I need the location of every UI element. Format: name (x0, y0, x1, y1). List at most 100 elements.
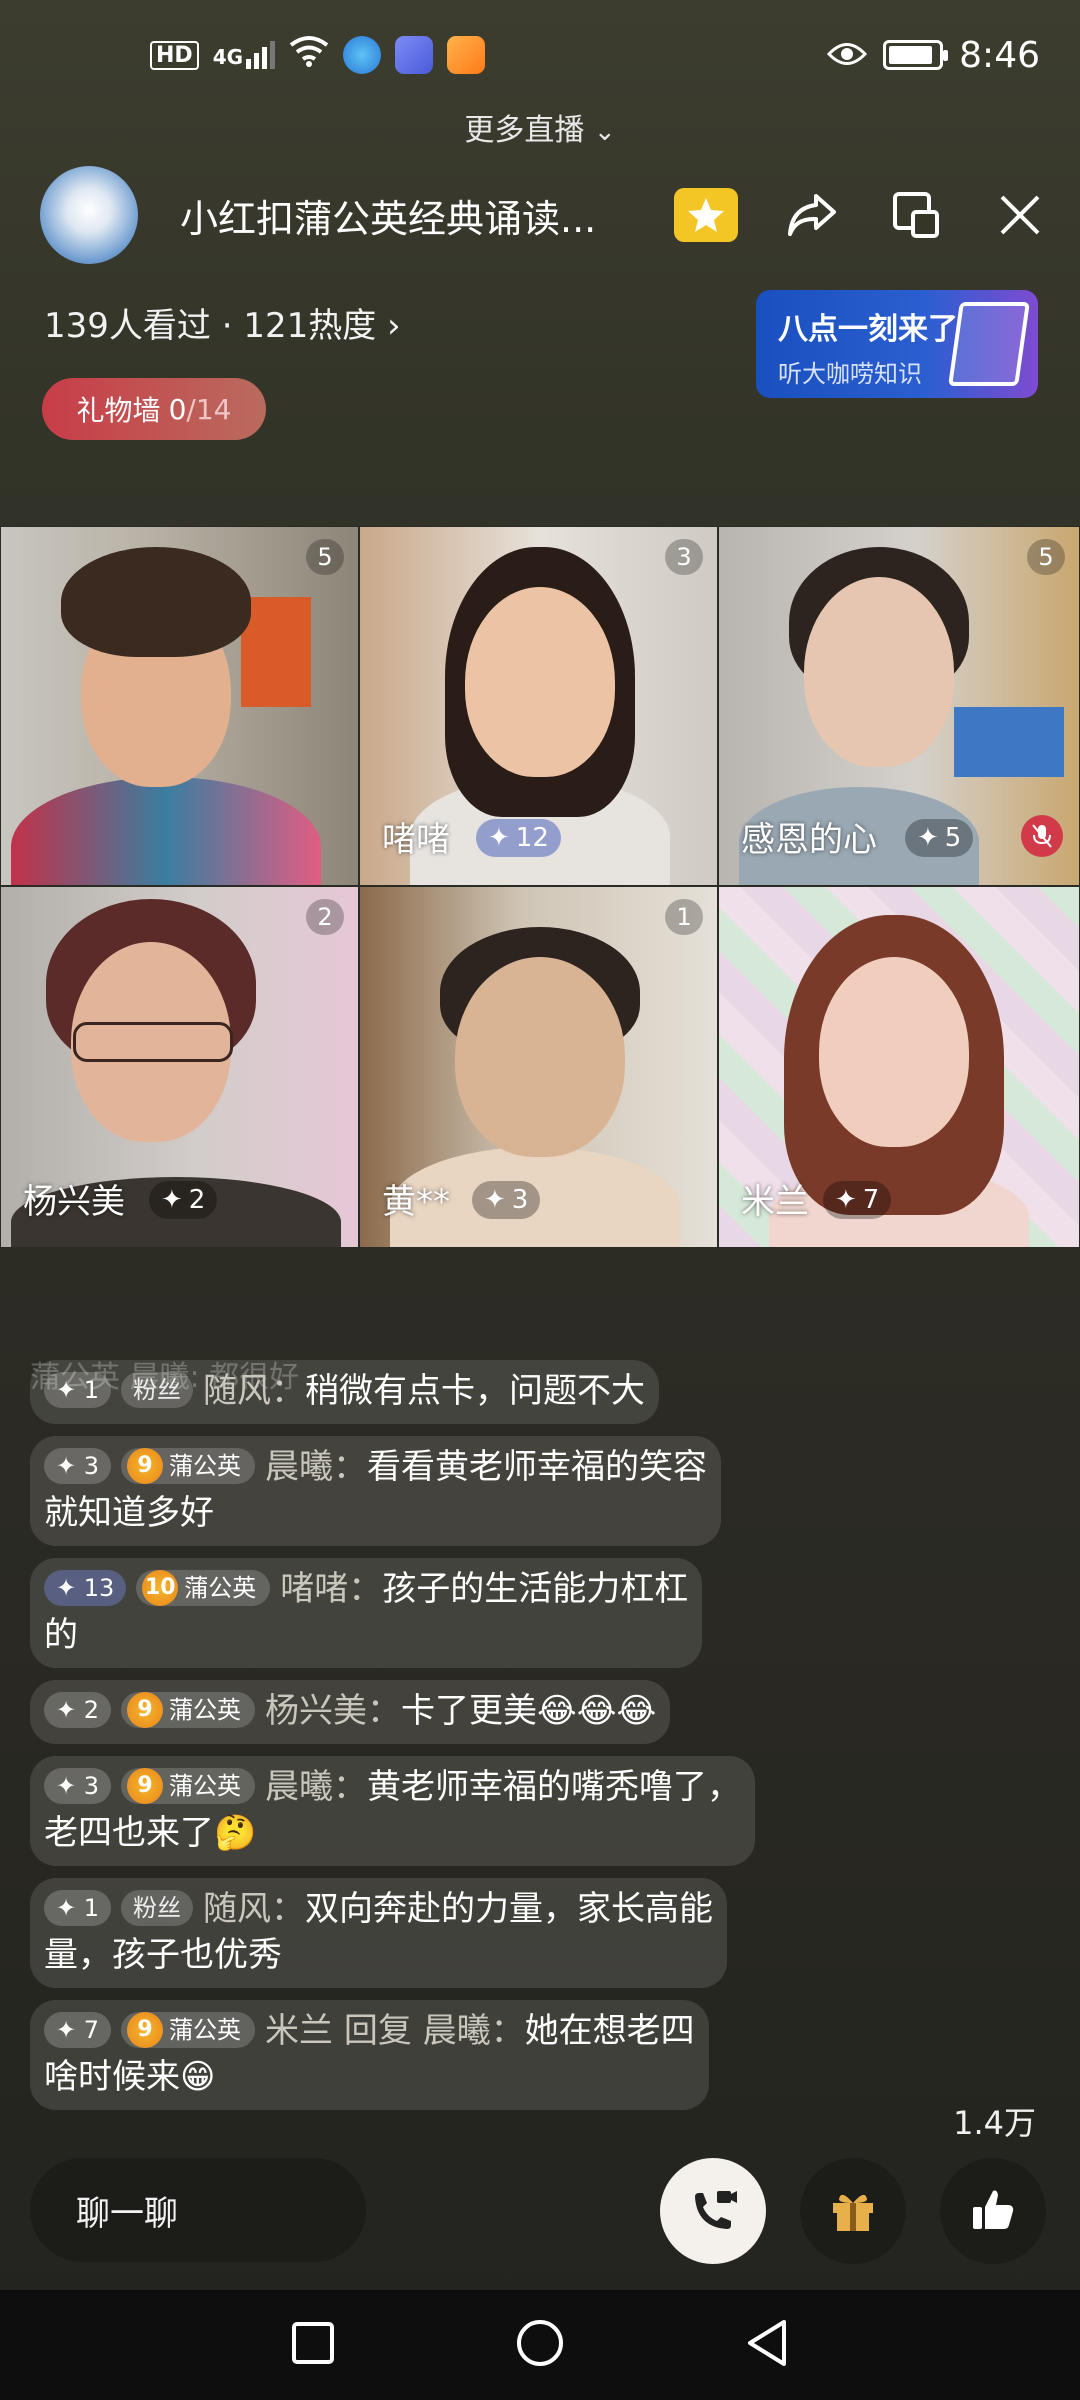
participant-level: ✦ 2 (149, 1181, 218, 1219)
like-count: 1.4万 (953, 2104, 1036, 2142)
close-button[interactable] (990, 185, 1050, 245)
room-header: 小红扣蒲公英经典诵读... (40, 165, 1050, 265)
back-button[interactable] (744, 2318, 790, 2372)
recent-apps-button[interactable] (290, 2320, 336, 2370)
hd-indicator: HD (150, 40, 199, 70)
video-call-icon (695, 2191, 737, 2229)
chat-username[interactable]: 晨曦 (265, 1767, 333, 1807)
promo-banner[interactable]: 八点一刻来了 听大咖唠知识 (756, 290, 1038, 398)
participant-tile[interactable]: 5 (0, 526, 359, 886)
user-level-badge: ✦ 3 (44, 1448, 112, 1484)
user-level-badge: ✦ 1 (44, 1372, 112, 1408)
pip-icon (893, 192, 939, 238)
fan-club-badge: 9 蒲公英 (121, 1448, 256, 1484)
user-level-badge: ✦ 7 (44, 2012, 112, 2048)
chat-text: 看看黄老师幸福的笑容 (367, 1447, 708, 1487)
share-icon (788, 194, 836, 236)
favorite-star-button[interactable] (674, 188, 738, 242)
wifi-icon (289, 35, 329, 76)
seat-number: 1 (665, 899, 703, 935)
fan-club-badge: 9 蒲公英 (121, 1768, 256, 1804)
fan-club-badge: 9 蒲公英 (121, 1692, 256, 1728)
participant-tile[interactable]: 2 杨兴美 ✦ 2 (0, 886, 359, 1248)
gift-wall-total: /14 (186, 392, 232, 426)
sparkle-icon: ✦ (488, 823, 510, 853)
minimize-window-button[interactable] (886, 185, 946, 245)
chair-icon (948, 302, 1030, 386)
chat-message[interactable]: ✦ 2 9 蒲公英 杨兴美：卡了更美😂😂😂 (30, 1680, 671, 1744)
chat-list[interactable]: ✦ 1 粉丝 随风：稍微有点卡，问题不大 ✦ 3 9 蒲公英 晨曦：看看黄老师幸福的笑容 … (30, 1360, 810, 2122)
chat-username[interactable]: 啫啫 (280, 1569, 348, 1609)
participant-tile[interactable]: 3 啫啫 ✦ 12 (359, 526, 718, 886)
chat-input[interactable]: 聊一聊 (30, 2158, 366, 2262)
sparkle-icon: ✦ (917, 823, 939, 853)
host-avatar[interactable] (40, 166, 138, 264)
user-level-badge: ✦ 1 (44, 1890, 112, 1926)
participant-tile[interactable]: 5 感恩的心 ✦ 5 (718, 526, 1080, 886)
home-button[interactable] (515, 2318, 565, 2372)
chat-username[interactable]: 随风 (203, 1889, 271, 1929)
chat-message[interactable]: ✦ 1 粉丝 随风：双向奔赴的力量，家长高能 量，孩子也优秀 (30, 1878, 728, 1988)
music-app-icon (395, 36, 434, 74)
gift-wall-label: 礼物墙 (76, 394, 161, 427)
video-grid: 5 3 啫啫 ✦ 12 5 感恩的心 ✦ 5 2 杨兴美 ✦ 2 1 黄** ✦… (0, 526, 1080, 1248)
chat-username[interactable]: 随风 (203, 1371, 271, 1411)
chat-text-continued: 啥时候来😁 (44, 2057, 216, 2097)
thumbs-up-icon (973, 2190, 1014, 2229)
fan-club-badge: 10 蒲公英 (136, 1570, 271, 1606)
chat-text: 稍微有点卡，问题不大 (305, 1371, 646, 1411)
participant-tile[interactable]: 米兰 ✦ 7 (718, 886, 1080, 1248)
room-stats[interactable]: 139人看过 · 121热度 › (44, 298, 401, 347)
seat-number: 2 (306, 899, 344, 935)
battery-icon (883, 40, 949, 70)
more-live-label: 更多直播 (464, 113, 585, 148)
chevron-down-icon: ⌄ (593, 117, 616, 147)
chat-username[interactable]: 米兰 回复 晨曦 (265, 2011, 491, 2051)
chat-message[interactable]: ✦ 1 粉丝 随风：稍微有点卡，问题不大 (30, 1360, 660, 1424)
video-call-button[interactable] (660, 2158, 766, 2264)
participant-level: ✦ 3 (472, 1181, 541, 1219)
close-icon (1000, 195, 1040, 235)
fan-club-badge: 9 蒲公英 (121, 2012, 256, 2048)
participant-name: 米兰 (741, 1182, 809, 1222)
seat-number: 3 (665, 539, 703, 575)
chat-text-continued: 老四也来了🤔 (44, 1813, 257, 1853)
room-title[interactable]: 小红扣蒲公英经典诵读... (180, 188, 620, 243)
share-button[interactable] (782, 185, 842, 245)
chat-message[interactable]: ✦ 3 9 蒲公英 晨曦：看看黄老师幸福的笑容 就知道多好 (30, 1436, 722, 1546)
participant-level: ✦ 12 (476, 819, 561, 857)
chat-message[interactable]: ✦ 13 10 蒲公英 啫啫：孩子的生活能力杠杠 的 (30, 1558, 703, 1668)
participant-name: 啫啫 (382, 820, 450, 860)
video-app-icon (447, 36, 486, 74)
chat-text-continued: 的 (44, 1615, 78, 1655)
participant-level: ✦ 7 (823, 1181, 892, 1219)
chat-text-continued: 量，孩子也优秀 (44, 1935, 282, 1975)
like-button[interactable] (940, 2158, 1046, 2264)
participant-tile[interactable]: 1 黄** ✦ 3 (359, 886, 718, 1248)
eye-icon (827, 35, 868, 76)
gift-button[interactable] (800, 2158, 906, 2264)
chat-text: 双向奔赴的力量，家长高能 (305, 1889, 714, 1929)
fan-badge: 粉丝 (121, 1372, 194, 1408)
sparkle-icon: ✦ (835, 1185, 857, 1215)
participant-name: 杨兴美 (23, 1182, 125, 1222)
stats-text: 139人看过 · 121热度 (44, 306, 377, 346)
browser-app-icon (343, 36, 382, 74)
chat-username[interactable]: 晨曦 (265, 1447, 333, 1487)
circle-icon (516, 2320, 563, 2366)
gift-wall-button[interactable]: 礼物墙 0/14 (42, 378, 266, 440)
signal-icon: 4G (213, 41, 276, 69)
gift-icon (833, 2194, 873, 2231)
fan-badge: 粉丝 (121, 1890, 194, 1926)
chevron-right-icon: › (387, 306, 401, 346)
chat-text: 孩子的生活能力杠杠 (382, 1569, 689, 1609)
chat-text: 她在想老四 (524, 2011, 695, 2051)
chat-message[interactable]: ✦ 3 9 蒲公英 晨曦：黄老师幸福的嘴秃噜了， 老四也来了🤔 (30, 1756, 756, 1866)
star-icon (688, 198, 724, 232)
chat-message[interactable]: ✦ 7 9 蒲公英 米兰 回复 晨曦：她在想老四 啥时候来😁 (30, 2000, 709, 2110)
participant-level: ✦ 5 (905, 819, 974, 857)
sparkle-icon: ✦ (161, 1185, 183, 1215)
chat-username[interactable]: 杨兴美 (265, 1691, 367, 1731)
more-live-toggle[interactable]: 更多直播 ⌄ (0, 105, 1080, 149)
seat-number: 5 (1027, 539, 1065, 575)
